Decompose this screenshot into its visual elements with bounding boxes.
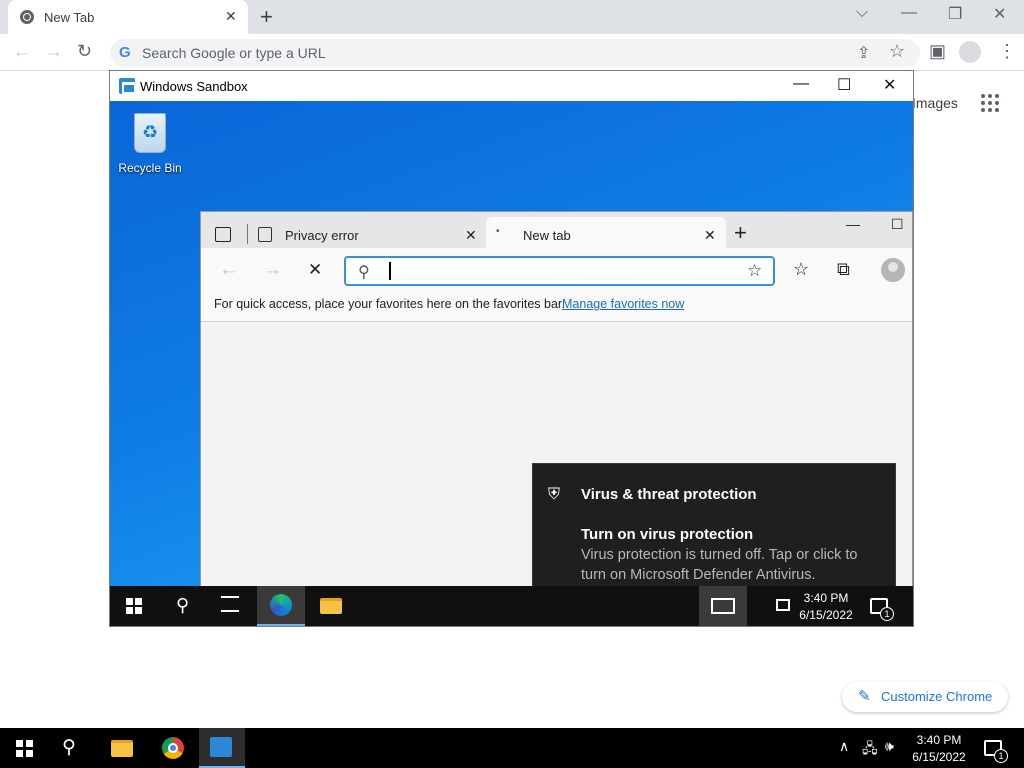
- reload-icon[interactable]: ↻: [77, 41, 92, 62]
- close-tab-icon[interactable]: ✕: [225, 8, 237, 25]
- notification-count-badge: 1: [880, 607, 894, 621]
- sandbox-title: Windows Sandbox: [140, 79, 248, 94]
- omnibox[interactable]: G Search Google or type a URL: [110, 39, 920, 67]
- clock-date: 6/15/2022: [799, 608, 853, 622]
- volume-icon[interactable]: 🕪: [885, 738, 894, 755]
- file-explorer-icon[interactable]: [111, 740, 133, 757]
- edge-tab-title: New tab: [523, 228, 571, 243]
- side-panel-icon[interactable]: ▣: [929, 41, 946, 62]
- clock-date: 6/15/2022: [912, 750, 966, 764]
- search-icon[interactable]: ⚲: [176, 595, 189, 616]
- chrome-menu-icon[interactable]: ⋮: [998, 41, 1016, 62]
- sandbox-close-button[interactable]: ✕: [883, 75, 896, 95]
- sandbox-titlebar[interactable]: Windows Sandbox — ☐ ✕: [110, 71, 913, 101]
- edge-tab-new-tab[interactable]: • New tab ✕: [486, 217, 726, 248]
- new-tab-button[interactable]: +: [260, 4, 273, 30]
- edge-back-icon[interactable]: ←: [219, 259, 238, 281]
- chrome-tab-title: New Tab: [44, 10, 95, 25]
- customize-chrome-label: Customize Chrome: [881, 689, 993, 704]
- text-caret: [389, 262, 391, 280]
- recycle-bin-shortcut[interactable]: Recycle Bin: [118, 109, 182, 175]
- edge-toolbar: ← → ✕ ⚲ ☆ ☆ ⧉: [201, 248, 912, 292]
- google-g-icon: G: [119, 44, 131, 61]
- sandbox-taskbar: ⚲ 3:40 PM 6/15/2022 1: [110, 586, 913, 626]
- search-icon: ⚲: [358, 264, 370, 281]
- edge-icon: [270, 594, 292, 616]
- profile-avatar[interactable]: [959, 41, 981, 63]
- collections-icon[interactable]: ⧉: [837, 259, 850, 280]
- pencil-icon: ✎: [858, 688, 871, 705]
- tab-divider: [247, 224, 248, 244]
- task-view-icon[interactable]: [221, 596, 239, 612]
- defender-toast-notification[interactable]: ⛨ Virus & threat protection Turn on viru…: [532, 463, 896, 586]
- news-icon: [711, 598, 735, 614]
- edge-minimize-button[interactable]: —: [846, 216, 860, 232]
- sandbox-app-icon: [119, 78, 136, 94]
- show-hidden-icons-chevron[interactable]: ∧: [839, 738, 849, 755]
- chrome-icon[interactable]: [162, 737, 184, 759]
- windows-sandbox-window: Windows Sandbox — ☐ ✕ Recycle Bin Privac…: [109, 70, 914, 627]
- edge-stop-icon[interactable]: ✕: [308, 260, 322, 280]
- tab-actions-icon[interactable]: [215, 227, 231, 242]
- bookmark-star-icon[interactable]: ☆: [889, 41, 905, 62]
- taskbar-clock[interactable]: 3:40 PM 6/15/2022: [904, 732, 974, 766]
- edge-tab-title: Privacy error: [285, 228, 359, 243]
- sandbox-maximize-button[interactable]: ☐: [837, 75, 851, 95]
- close-window-button[interactable]: ✕: [993, 4, 1006, 24]
- network-icon[interactable]: 🖧: [862, 738, 878, 762]
- notification-count-badge: 1: [994, 749, 1008, 763]
- recycle-bin-label: Recycle Bin: [118, 161, 182, 175]
- edge-forward-icon[interactable]: →: [263, 259, 282, 281]
- favorites-bar-message: For quick access, place your favorites h…: [214, 297, 565, 311]
- clock-time: 3:40 PM: [916, 733, 962, 747]
- toast-app-name: Virus & threat protection: [581, 486, 757, 503]
- google-apps-icon[interactable]: [981, 94, 999, 112]
- omnibox-placeholder: Search Google or type a URL: [142, 45, 326, 61]
- forward-icon[interactable]: →: [45, 41, 63, 62]
- toast-title: Turn on virus protection: [581, 526, 754, 543]
- images-link[interactable]: Images: [912, 95, 958, 111]
- edge-tab-privacy-error[interactable]: Privacy error ✕: [253, 217, 485, 248]
- edge-new-tab-button[interactable]: +: [734, 220, 747, 246]
- search-icon[interactable]: ⚲: [62, 736, 76, 759]
- loading-dot-icon: •: [496, 226, 500, 237]
- host-taskbar: ⚲ ∧ 🖧 🕪 3:40 PM 6/15/2022 1: [0, 728, 1024, 768]
- news-and-interests-button[interactable]: [699, 586, 747, 626]
- sandbox-desktop: Recycle Bin Privacy error ✕ • New tab ✕ …: [110, 101, 913, 586]
- back-icon[interactable]: ←: [13, 41, 31, 62]
- start-button[interactable]: [126, 598, 142, 614]
- taskbar-clock[interactable]: 3:40 PM 6/15/2022: [796, 590, 856, 624]
- close-tab-icon[interactable]: ✕: [465, 227, 477, 244]
- edge-maximize-button[interactable]: ☐: [891, 216, 904, 233]
- chrome-favicon-icon: [20, 10, 34, 24]
- minimize-button[interactable]: —: [901, 4, 917, 22]
- clock-time: 3:40 PM: [803, 591, 849, 605]
- manage-favorites-link[interactable]: Manage favorites now: [562, 297, 684, 311]
- search-tabs-icon[interactable]: ⌵: [856, 4, 868, 22]
- edge-address-bar[interactable]: ⚲ ☆: [344, 256, 775, 286]
- warning-page-icon: [258, 227, 272, 242]
- chrome-tab-new-tab[interactable]: New Tab ✕: [8, 0, 248, 34]
- recycle-bin-icon: [134, 113, 166, 153]
- start-button[interactable]: [16, 740, 33, 757]
- sandbox-minimize-button[interactable]: —: [793, 75, 809, 93]
- restore-button[interactable]: ❐: [948, 4, 962, 24]
- share-icon[interactable]: ⇪: [857, 43, 870, 63]
- taskbar-sandbox-button[interactable]: [199, 728, 245, 768]
- network-icon[interactable]: [776, 599, 790, 611]
- close-tab-icon[interactable]: ✕: [704, 227, 716, 244]
- favorites-bar: For quick access, place your favorites h…: [201, 292, 912, 322]
- edge-tab-strip: Privacy error ✕ • New tab ✕ + — ☐: [201, 212, 912, 248]
- shield-icon: ⛨: [548, 486, 561, 503]
- file-explorer-icon[interactable]: [320, 598, 342, 614]
- edge-profile-avatar[interactable]: [881, 258, 905, 282]
- taskbar-edge-button[interactable]: [257, 586, 305, 626]
- customize-chrome-button[interactable]: ✎ Customize Chrome: [842, 682, 1008, 712]
- toast-body: Virus protection is turned off. Tap or c…: [581, 547, 858, 583]
- sandbox-icon: [210, 737, 232, 757]
- favorites-icon[interactable]: ☆: [793, 259, 809, 280]
- add-favorite-icon[interactable]: ☆: [747, 261, 762, 281]
